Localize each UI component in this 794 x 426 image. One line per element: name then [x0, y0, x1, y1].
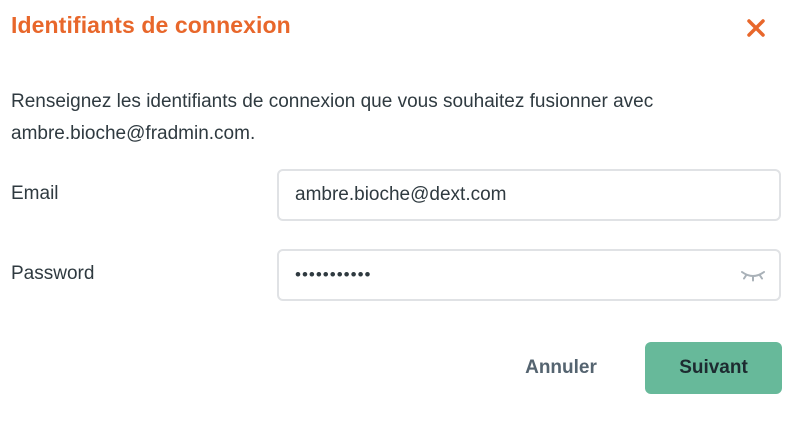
close-icon	[747, 19, 765, 37]
password-label: Password	[11, 263, 95, 284]
password-field-container[interactable]: •••••••••••	[277, 249, 781, 301]
next-button[interactable]: Suivant	[645, 342, 782, 394]
credentials-dialog: Identifiants de connexion Renseignez les…	[0, 0, 794, 426]
eye-closed-icon	[741, 271, 765, 282]
dialog-description: Renseignez les identifiants de connexion…	[11, 91, 654, 144]
close-button[interactable]	[742, 14, 770, 42]
password-visibility-toggle[interactable]	[733, 255, 773, 295]
email-label: Email	[11, 183, 59, 204]
dialog-title: Identifiants de connexion	[11, 12, 291, 38]
cancel-button[interactable]: Annuler	[505, 344, 617, 392]
password-field[interactable]: •••••••••••	[295, 265, 733, 285]
email-field-container[interactable]	[277, 169, 781, 221]
email-field[interactable]	[295, 184, 779, 206]
